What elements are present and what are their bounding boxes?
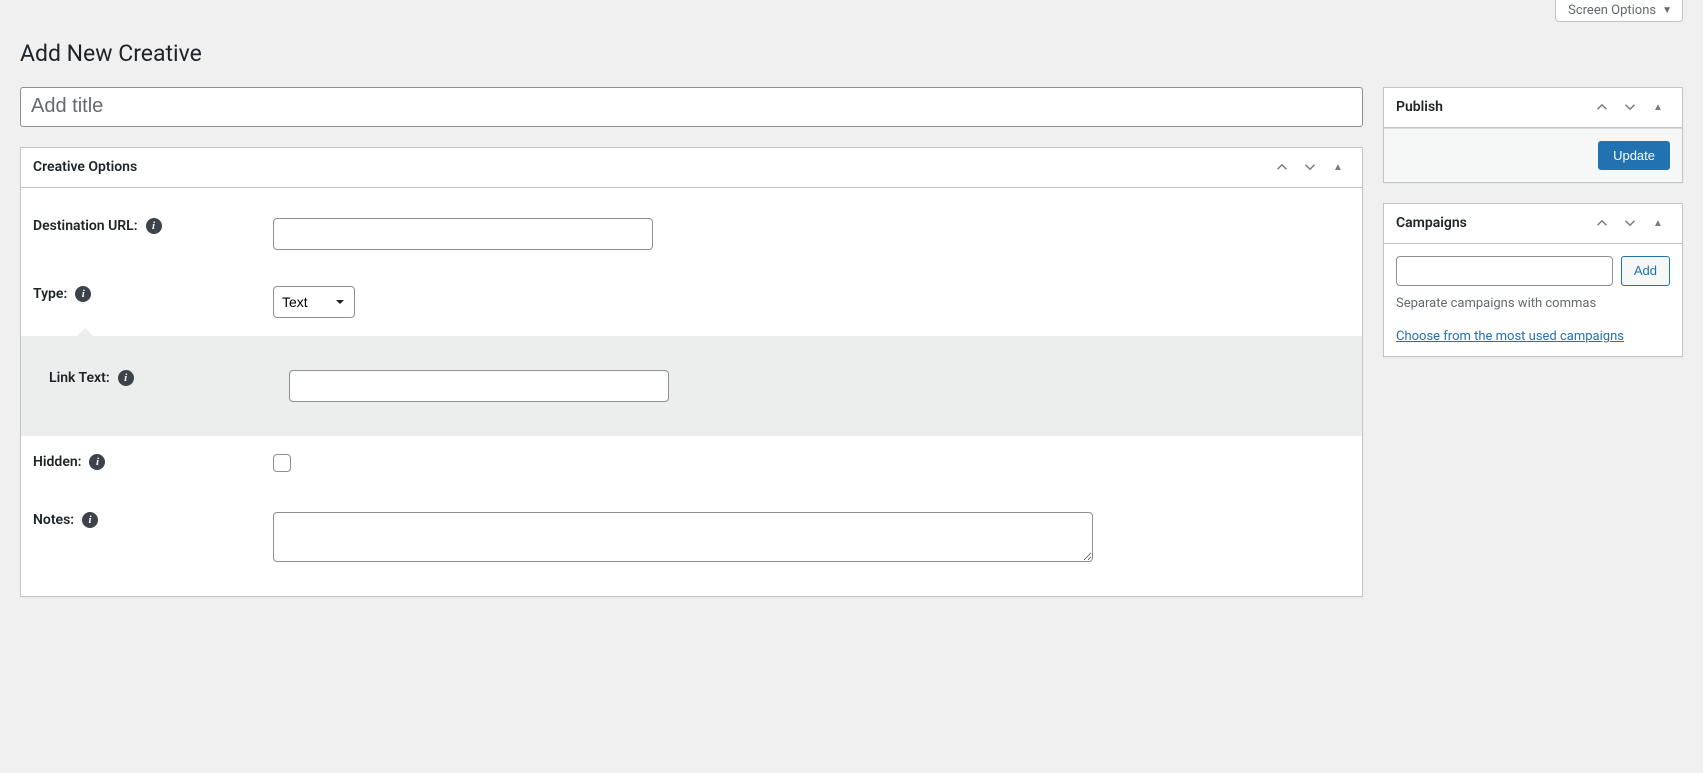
move-up-button[interactable]	[1270, 155, 1294, 179]
move-down-button[interactable]	[1618, 211, 1642, 235]
chevron-down-icon	[1301, 158, 1319, 176]
info-icon[interactable]: i	[89, 454, 105, 470]
triangle-up-icon: ▲	[1653, 102, 1663, 113]
creative-options-panel: Creative Options ▲ Destination	[20, 147, 1363, 597]
campaigns-input[interactable]	[1396, 256, 1613, 286]
hidden-checkbox[interactable]	[273, 454, 291, 472]
notes-label: Notes:	[33, 512, 74, 528]
info-icon[interactable]: i	[82, 512, 98, 528]
triangle-up-icon: ▲	[1333, 162, 1343, 173]
type-select[interactable]: Text	[273, 286, 355, 318]
triangle-down-icon: ▼	[1662, 5, 1672, 16]
hidden-label: Hidden:	[33, 454, 81, 470]
link-text-input[interactable]	[289, 370, 669, 402]
move-up-button[interactable]	[1590, 211, 1614, 235]
move-up-button[interactable]	[1590, 95, 1614, 119]
toggle-panel-button[interactable]: ▲	[1646, 95, 1670, 119]
move-down-button[interactable]	[1618, 95, 1642, 119]
info-icon[interactable]: i	[118, 370, 134, 386]
destination-url-label: Destination URL:	[33, 218, 138, 234]
chevron-down-icon	[1621, 214, 1639, 232]
page-title: Add New Creative	[20, 30, 1683, 73]
screen-options-toggle[interactable]: Screen Options ▼	[1555, 0, 1683, 22]
title-input[interactable]	[20, 87, 1363, 127]
move-down-button[interactable]	[1298, 155, 1322, 179]
chevron-up-icon	[1593, 214, 1611, 232]
most-used-campaigns-link[interactable]: Choose from the most used campaigns	[1396, 329, 1624, 344]
publish-panel: Publish ▲ Update	[1383, 87, 1683, 183]
info-icon[interactable]: i	[75, 286, 91, 302]
creative-options-title: Creative Options	[33, 159, 137, 175]
chevron-up-icon	[1593, 98, 1611, 116]
campaigns-panel: Campaigns ▲ Add Separate campaigns with …	[1383, 203, 1683, 357]
destination-url-input[interactable]	[273, 218, 653, 250]
toggle-panel-button[interactable]: ▲	[1646, 211, 1670, 235]
update-button[interactable]: Update	[1598, 141, 1670, 170]
campaigns-howto: Separate campaigns with commas	[1396, 296, 1670, 311]
publish-panel-title: Publish	[1396, 99, 1443, 115]
triangle-up-icon: ▲	[1653, 218, 1663, 229]
screen-options-label: Screen Options	[1568, 3, 1656, 18]
type-label: Type:	[33, 286, 67, 302]
chevron-up-icon	[1273, 158, 1291, 176]
info-icon[interactable]: i	[146, 218, 162, 234]
chevron-down-icon	[1621, 98, 1639, 116]
campaigns-panel-title: Campaigns	[1396, 215, 1467, 231]
notes-textarea[interactable]	[273, 512, 1093, 562]
link-text-label: Link Text:	[49, 370, 110, 386]
toggle-panel-button[interactable]: ▲	[1326, 155, 1350, 179]
add-campaign-button[interactable]: Add	[1621, 256, 1670, 286]
